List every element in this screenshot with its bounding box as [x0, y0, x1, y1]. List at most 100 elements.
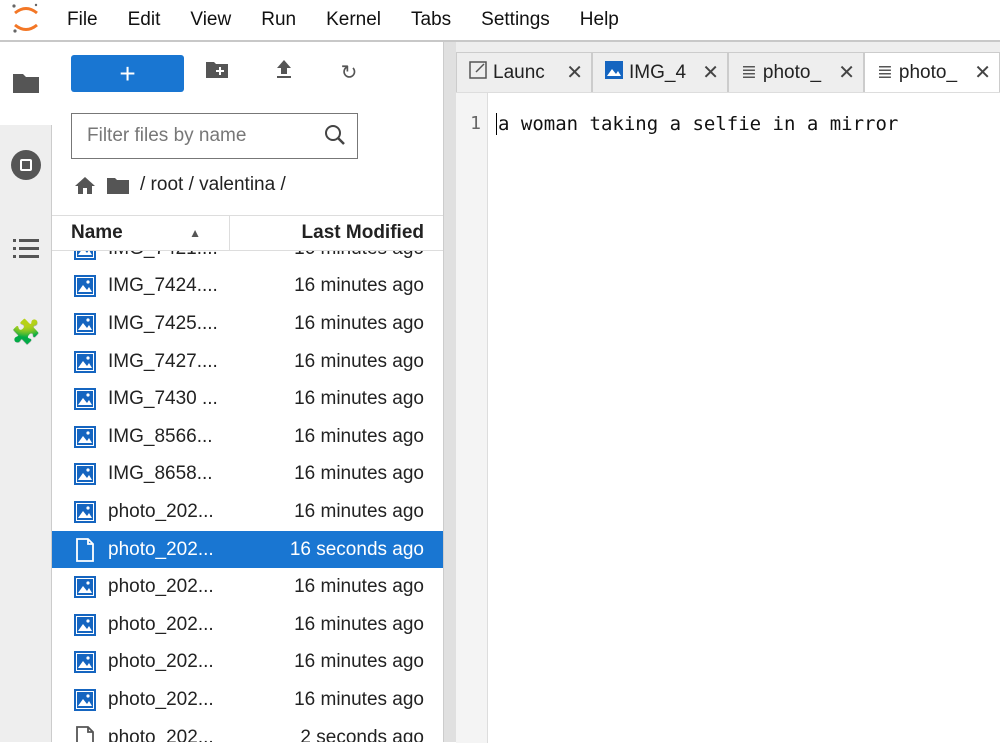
close-icon[interactable]: ✕ — [702, 60, 719, 85]
file-modified: 16 minutes ago — [294, 613, 424, 635]
filter-files-input[interactable]: Filter files by name — [71, 113, 358, 159]
text-file-icon — [52, 537, 108, 562]
extension-puzzle-icon[interactable]: 🧩 — [10, 316, 42, 348]
file-row[interactable]: photo_202... 2 seconds ago — [52, 719, 443, 742]
file-name: IMG_7425.... — [108, 312, 218, 334]
image-file-icon — [52, 613, 108, 636]
close-icon[interactable]: ✕ — [974, 60, 991, 85]
file-row[interactable]: IMG_7424.... 16 minutes ago — [52, 268, 443, 306]
menu-edit[interactable]: Edit — [113, 9, 176, 31]
column-last-modified[interactable]: Last Modified — [230, 222, 443, 244]
image-file-icon — [52, 651, 108, 674]
image-file-icon — [52, 275, 108, 298]
file-row[interactable]: IMG_7430 ... 16 minutes ago — [52, 380, 443, 418]
file-modified: 16 minutes ago — [294, 425, 424, 447]
file-modified: 16 minutes ago — [294, 500, 424, 522]
file-row[interactable]: IMG_7421....16 minutes ago — [52, 251, 443, 268]
line-numbers: 1 — [456, 93, 488, 743]
running-stop-icon[interactable] — [10, 149, 42, 181]
tab-text-file[interactable]: ≣ photo_ ✕ — [728, 52, 864, 92]
text-editor[interactable]: 1 a woman taking a selfie in a mirror — [456, 92, 1000, 743]
file-name: IMG_7430 ... — [108, 388, 218, 410]
file-name: IMG_8658... — [108, 463, 213, 485]
file-row[interactable]: IMG_8566... 16 minutes ago — [52, 418, 443, 456]
file-row[interactable]: IMG_7427.... 16 minutes ago — [52, 343, 443, 381]
file-row[interactable]: IMG_8658... 16 minutes ago — [52, 456, 443, 494]
image-file-icon — [52, 425, 108, 448]
breadcrumb-path[interactable]: / root / valentina / — [140, 174, 286, 196]
file-modified: 16 minutes ago — [294, 312, 424, 334]
file-modified: 16 minutes ago — [294, 275, 424, 297]
file-name: photo_202... — [108, 576, 214, 598]
file-name: photo_202... — [108, 613, 214, 635]
folder-icon[interactable] — [10, 66, 42, 98]
file-name: photo_202... — [108, 688, 214, 710]
file-modified: 16 minutes ago — [294, 388, 424, 410]
text-file-icon: ≣ — [877, 62, 893, 83]
image-file-icon — [52, 312, 108, 335]
file-modified: 2 seconds ago — [300, 726, 424, 742]
file-row[interactable]: photo_202... 16 seconds ago — [52, 530, 443, 569]
file-name: IMG_7427.... — [108, 350, 218, 372]
image-file-icon — [52, 500, 108, 523]
upload-icon[interactable] — [269, 58, 299, 88]
text-file-icon — [52, 725, 108, 742]
refresh-icon[interactable]: ↻ — [334, 58, 364, 88]
activity-bar: 🧩 — [0, 42, 52, 742]
file-modified: 16 minutes ago — [294, 651, 424, 673]
tab-image[interactable]: IMG_4 ✕ — [592, 52, 728, 92]
text-file-icon: ≣ — [741, 62, 757, 83]
file-browser: + ↻ Filter files by name / root / valent… — [52, 42, 443, 742]
file-name: IMG_7424.... — [108, 275, 218, 297]
file-row[interactable]: photo_202... 16 minutes ago — [52, 644, 443, 682]
menu-tabs[interactable]: Tabs — [396, 9, 466, 31]
editor-line[interactable]: a woman taking a selfie in a mirror — [496, 113, 898, 135]
menu-help[interactable]: Help — [565, 9, 634, 31]
file-name: IMG_7421.... — [108, 251, 258, 260]
file-modified: 16 minutes ago — [294, 688, 424, 710]
file-modified: 16 seconds ago — [289, 538, 424, 560]
image-file-icon — [52, 463, 108, 486]
menu-run[interactable]: Run — [246, 9, 311, 31]
file-name: photo_202... — [108, 726, 214, 742]
sort-ascending-icon: ▲ — [189, 226, 201, 240]
tab-launcher[interactable]: Launc ✕ — [456, 52, 592, 92]
file-name: photo_202... — [108, 651, 214, 673]
home-icon[interactable] — [74, 175, 96, 195]
jupyter-logo[interactable] — [0, 0, 52, 40]
file-modified: 16 minutes ago — [258, 251, 443, 260]
menu-view[interactable]: View — [175, 9, 246, 31]
close-icon[interactable]: ✕ — [838, 60, 855, 85]
menu-file[interactable]: File — [52, 9, 113, 31]
file-name: photo_202... — [108, 538, 214, 560]
file-row[interactable]: photo_202... 16 minutes ago — [52, 493, 443, 531]
image-file-icon — [52, 251, 108, 260]
file-list: IMG_7421....16 minutes agoIMG_7424....16… — [52, 251, 443, 742]
file-row[interactable]: IMG_7425.... 16 minutes ago — [52, 305, 443, 343]
menu-bar: File Edit View Run Kernel Tabs Settings … — [0, 0, 1000, 42]
file-modified: 16 minutes ago — [294, 350, 424, 372]
folder-icon[interactable] — [106, 175, 130, 195]
file-row[interactable]: photo_202... 16 minutes ago — [52, 568, 443, 606]
image-file-icon — [52, 388, 108, 411]
file-modified: 16 minutes ago — [294, 576, 424, 598]
launcher-icon — [469, 60, 487, 85]
column-name[interactable]: Name ▲ — [52, 216, 230, 250]
tab-text-file-active[interactable]: ≣ photo_ ✕ — [864, 52, 1000, 92]
new-launcher-button[interactable]: + — [71, 55, 184, 92]
breadcrumb: / root / valentina / — [74, 172, 286, 198]
menu-kernel[interactable]: Kernel — [311, 9, 396, 31]
table-of-contents-icon[interactable] — [10, 232, 42, 264]
panel-splitter[interactable] — [443, 42, 456, 742]
search-icon — [325, 125, 345, 145]
image-file-icon — [52, 688, 108, 711]
file-row[interactable]: photo_202... 16 minutes ago — [52, 606, 443, 644]
menu-settings[interactable]: Settings — [466, 9, 565, 31]
file-list-header: Name ▲ Last Modified — [52, 215, 443, 251]
image-icon — [605, 60, 623, 85]
image-file-icon — [52, 576, 108, 599]
close-icon[interactable]: ✕ — [566, 60, 583, 85]
file-row[interactable]: photo_202... 16 minutes ago — [52, 681, 443, 719]
new-folder-icon[interactable] — [202, 58, 232, 88]
file-modified: 16 minutes ago — [294, 463, 424, 485]
